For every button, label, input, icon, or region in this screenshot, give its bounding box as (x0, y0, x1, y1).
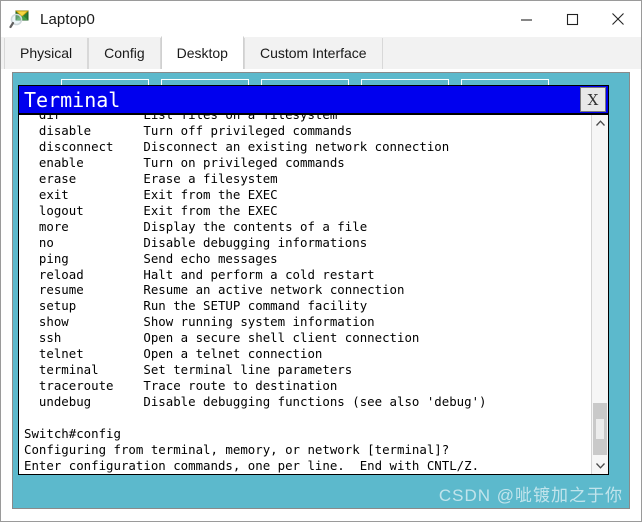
close-button[interactable] (595, 1, 641, 37)
terminal-scrollbar[interactable] (591, 115, 608, 474)
terminal-window: Terminal X dir List files on a filesyste… (18, 85, 609, 475)
console-output: dir List files on a filesystem disable T… (24, 115, 591, 474)
terminal-output-area[interactable]: dir List files on a filesystem disable T… (19, 115, 591, 474)
tab-physical[interactable]: Physical (4, 38, 89, 69)
tab-config[interactable]: Config (88, 38, 161, 69)
minimize-button[interactable] (503, 1, 549, 37)
packet-tracer-magnifier-icon (9, 8, 31, 30)
maximize-button[interactable] (549, 1, 595, 37)
terminal-body: dir List files on a filesystem disable T… (19, 115, 608, 474)
window-controls (503, 1, 641, 37)
chevron-up-icon[interactable] (592, 115, 608, 132)
desktop-tab-panel: Terminal X dir List files on a filesyste… (1, 70, 641, 521)
scrollbar-track[interactable] (592, 132, 608, 457)
tab-desktop[interactable]: Desktop (160, 36, 244, 69)
terminal-close-button[interactable]: X (580, 87, 606, 112)
watermark: CSDN @呲镀加之于你 (438, 486, 623, 505)
tab-custom-interface[interactable]: Custom Interface (243, 38, 383, 69)
laptop-properties-window: Laptop0 Physical Config Desktop Custom I… (0, 0, 642, 522)
scrollbar-thumb-grip (596, 419, 604, 439)
tabstrip: Physical Config Desktop Custom Interface (1, 36, 641, 70)
scrollbar-thumb[interactable] (593, 403, 607, 455)
window-titlebar: Laptop0 (1, 1, 641, 37)
terminal-title: Terminal (24, 87, 121, 112)
window-title: Laptop0 (40, 10, 95, 28)
chevron-down-icon[interactable] (592, 457, 608, 474)
terminal-titlebar: Terminal X (19, 86, 608, 115)
desktop-canvas: Terminal X dir List files on a filesyste… (12, 72, 630, 509)
